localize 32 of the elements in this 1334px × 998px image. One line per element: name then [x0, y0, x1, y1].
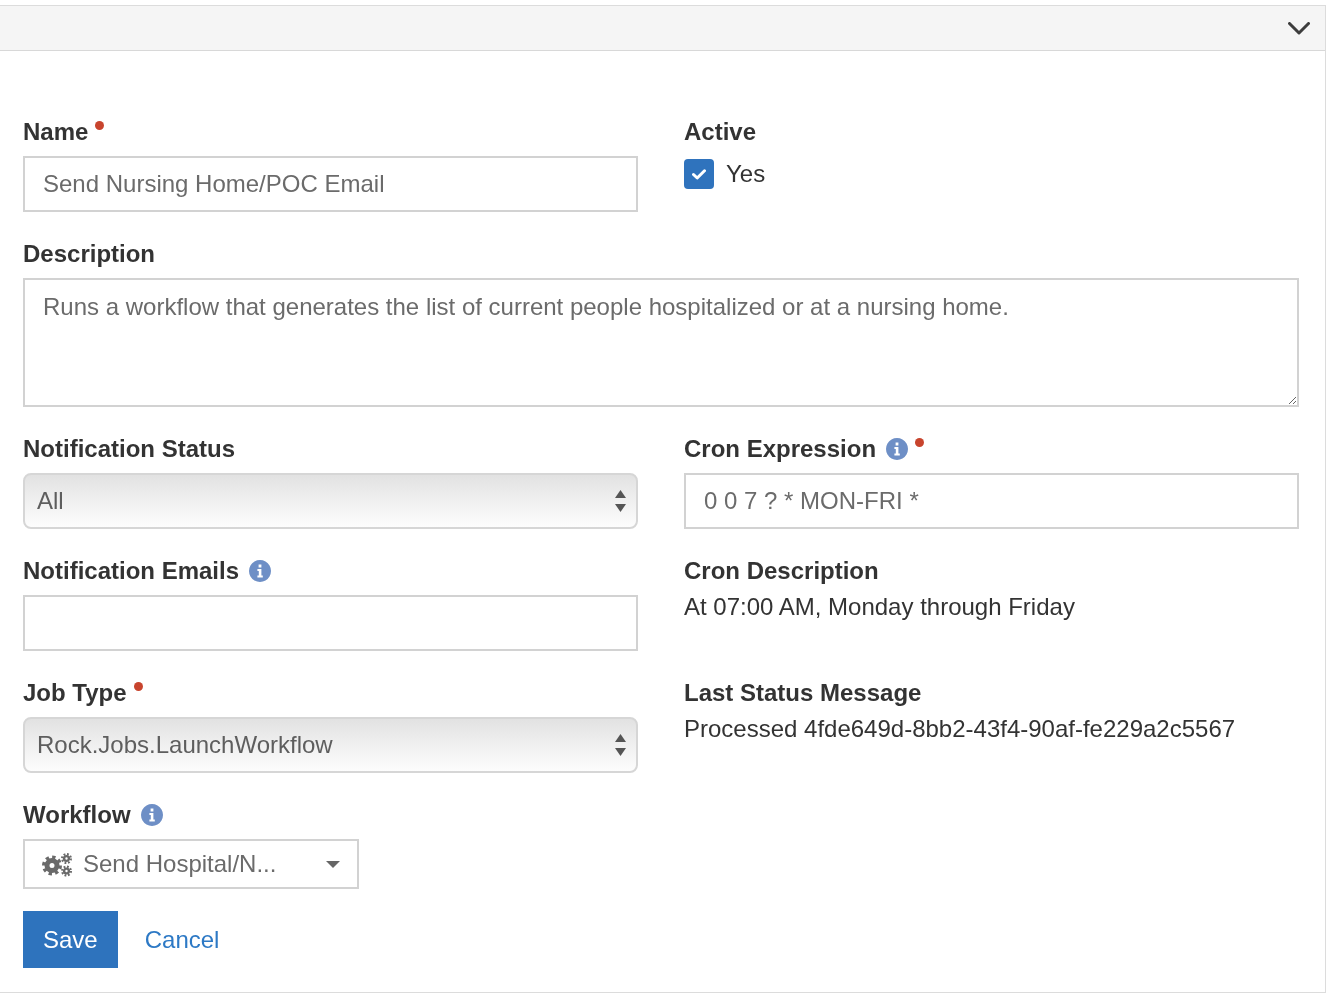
up-down-arrows-icon	[615, 490, 626, 512]
field-label: Job Type	[23, 681, 127, 705]
save-button[interactable]: Save	[23, 911, 118, 968]
checkbox-label[interactable]: Yes	[726, 160, 766, 188]
text-input[interactable]	[23, 595, 638, 651]
dropdown-select[interactable]: Rock.Jobs.LaunchWorkflow	[23, 717, 638, 773]
checkbox[interactable]	[684, 159, 714, 189]
static-text: Processed 4fde649d-8bb2-43f4-90af-fe229a2c5567	[684, 717, 1236, 741]
check-icon	[692, 168, 706, 180]
text-input[interactable]: 0 0 7 ? * MON-FRI *	[684, 473, 1299, 529]
field-label: Notification Emails	[23, 559, 240, 583]
cancel-link[interactable]: Cancel	[144, 925, 220, 954]
field-label: Cron Expression	[684, 437, 877, 461]
field-label: Notification Status	[23, 437, 235, 461]
field-label: Cron Description	[684, 559, 879, 583]
dropdown-select[interactable]: All	[23, 473, 638, 529]
info-icon[interactable]	[886, 438, 909, 460]
field-label: Name	[23, 120, 89, 144]
text-input[interactable]: Send Nursing Home/POC Email	[23, 156, 638, 212]
textarea-field[interactable]: Runs a workflow that generates the list of current people hospitalized or at a nursing home.	[23, 278, 1299, 407]
field-label: Last Status Message	[684, 681, 922, 705]
caret-down-icon	[326, 860, 340, 868]
up-down-arrows-icon	[615, 734, 626, 756]
static-text: At 07:00 AM, Monday through Friday	[684, 595, 1075, 619]
chevron-down-icon[interactable]	[1288, 21, 1310, 35]
field-label: Description	[23, 242, 156, 266]
info-icon[interactable]	[249, 560, 272, 582]
field-label: Active	[684, 120, 757, 144]
workflow-picker[interactable]: Send Hospital/N...	[23, 839, 359, 889]
gears-icon	[42, 851, 73, 877]
field-label: Workflow	[23, 803, 131, 827]
info-icon[interactable]	[140, 804, 163, 826]
